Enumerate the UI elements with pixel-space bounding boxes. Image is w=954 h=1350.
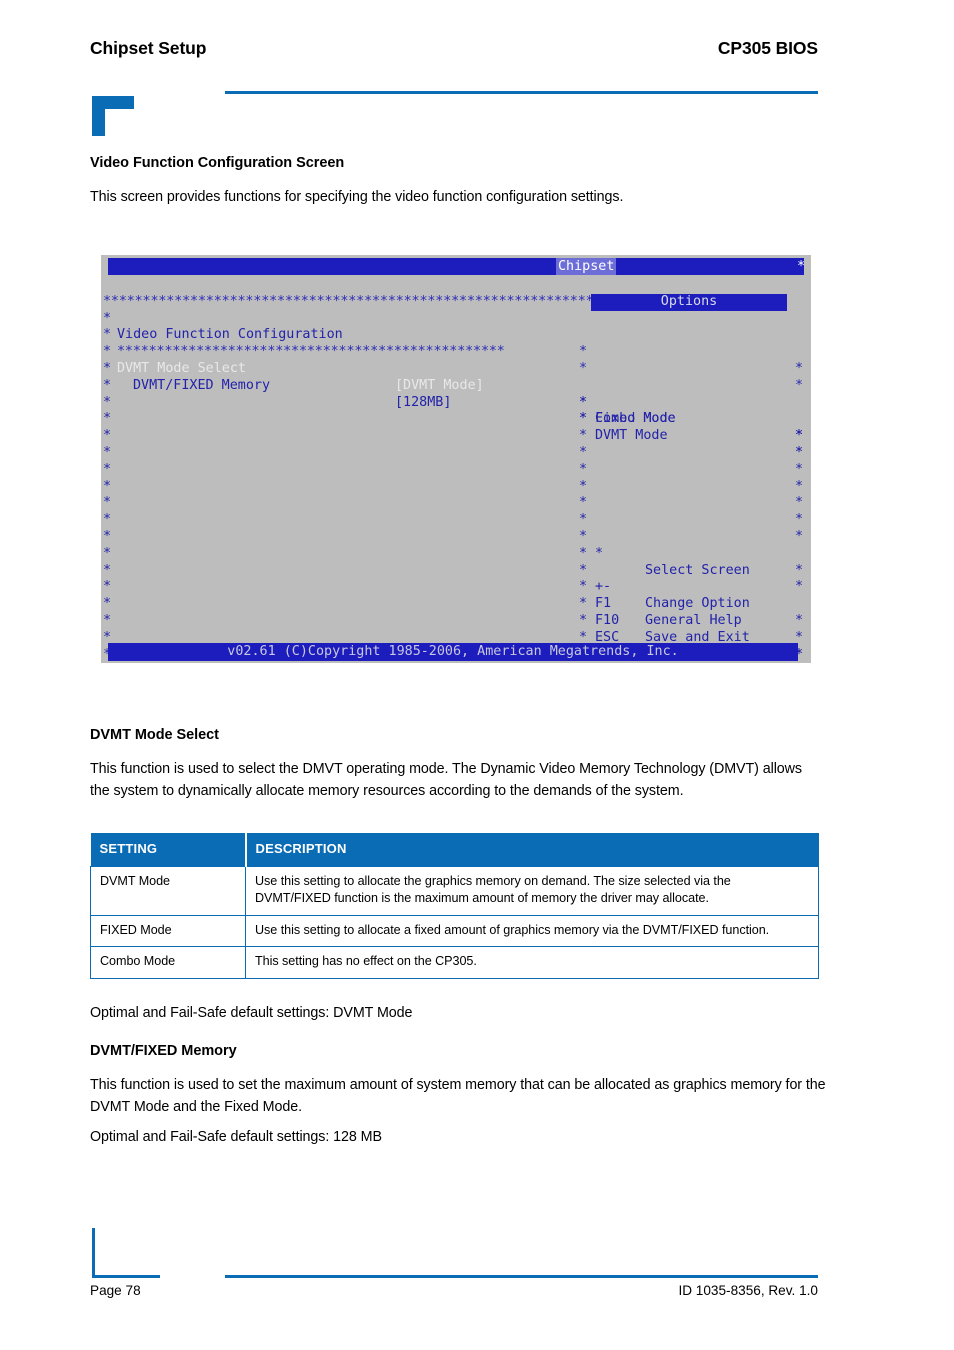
table-cell-setting-combo-mode: Combo Mode [90, 946, 246, 979]
bios-active-menu-tab[interactable]: Chipset [556, 258, 617, 275]
bios-border-top: ****************************************… [101, 277, 811, 309]
header-divider-rule [225, 91, 818, 94]
footer-corner-bracket-decoration [92, 1228, 160, 1278]
bios-row-inner-separator: * **************************************… [101, 311, 811, 392]
bios-row-dvmt-mode-select[interactable]: * DVMT Mode Select [DVMT Mode] * Fixed M… [101, 327, 811, 443]
bios-row-help-general-help: * * F1 General Help * [101, 546, 811, 645]
paragraph-dvmt-mode-default-settings: Optimal and Fail-Safe default settings: … [90, 1005, 413, 1021]
table-body: DVMT Mode Use this setting to allocate t… [90, 865, 819, 979]
table-cell-description-dvmt-mode: Use this setting to allocate the graphic… [245, 865, 819, 916]
heading-dvmt-mode-select: DVMT Mode Select [90, 727, 219, 743]
bios-row-blank-2: * * * [101, 378, 811, 444]
table-cell-description-fixed-mode: Use this setting to allocate a fixed amo… [245, 914, 819, 947]
bios-screen-inner: Chipset * ******************************… [101, 255, 811, 663]
table-head: SETTING DESCRIPTION [90, 833, 819, 866]
page-header: Chipset Setup CP305 BIOS [90, 38, 818, 68]
table-row: Combo Mode This setting has no effect on… [90, 946, 819, 979]
bios-row-blank-1: * * Combo Mode * [101, 361, 811, 443]
bracket-vertical-arm [92, 1228, 95, 1278]
table-cell-setting-fixed-mode: FIXED Mode [90, 914, 246, 947]
bios-setup-screenshot: Chipset * ******************************… [101, 255, 811, 663]
bios-row-help-change-option: * * +- Change Option * [101, 529, 811, 628]
paragraph-dvmt-fixed-memory-default-settings: Optimal and Fail-Safe default settings: … [90, 1129, 382, 1145]
bios-row-blank-6: * * * [101, 445, 811, 511]
bios-copyright-bar: v02.61 (C)Copyright 1985-2006, American … [108, 643, 798, 661]
table-cell-setting-dvmt-mode: DVMT Mode [90, 865, 246, 916]
bios-row-help-save-and-exit: * * F10 Save and Exit * [101, 563, 811, 661]
bios-row-help-exit: * * ESC Exit * [101, 579, 811, 661]
paragraph-dvmt-mode-select-description: This function is used to select the DMVT… [90, 761, 802, 799]
footer-page-number: Page 78 [90, 1283, 141, 1298]
page-footer: Page 78 ID 1035-8356, Rev. 1.0 [90, 1283, 818, 1298]
bracket-vertical-arm [92, 96, 105, 136]
header-product-title: CP305 BIOS [717, 38, 818, 58]
bios-row-blank-10: * * * [101, 596, 811, 662]
footer-divider-rule [225, 1275, 818, 1278]
bracket-horizontal-arm [92, 1275, 160, 1278]
header-corner-bracket-decoration [92, 96, 134, 136]
paragraph-dvmt-fixed-memory-description: This function is used to set the maximum… [90, 1077, 826, 1115]
footer-document-id: ID 1035-8356, Rev. 1.0 [678, 1283, 818, 1298]
document-page: Chipset Setup CP305 BIOS Video Function … [0, 0, 954, 1350]
bios-row-blank-7: * * * [101, 462, 811, 528]
bios-row-blank-9: * * * [101, 512, 811, 578]
bios-row-blank-3: * * * [101, 395, 811, 460]
table-header-setting: SETTING [90, 833, 247, 866]
bios-title-bar [108, 258, 804, 275]
heading-video-function-configuration-screen: Video Function Configuration Screen [90, 155, 345, 171]
bios-row-blank-11: * * * [101, 613, 811, 662]
heading-dvmt-fixed-memory: DVMT/FIXED Memory [90, 1043, 237, 1059]
bios-titlebar-star: * [796, 259, 805, 274]
table-row: FIXED Mode Use this setting to allocate … [90, 914, 819, 947]
table-header-description: DESCRIPTION [245, 833, 819, 866]
bios-row-blank-8: * * * [101, 479, 811, 544]
dvmt-mode-settings-table: SETTING DESCRIPTION DVMT Mode Use this s… [90, 833, 819, 979]
header-chapter-title: Chipset Setup [90, 38, 207, 58]
table-header-row: SETTING DESCRIPTION [90, 833, 819, 866]
table-cell-description-combo-mode: This setting has no effect on the CP305. [245, 946, 819, 979]
bios-row-blank-4: * * * [101, 411, 811, 477]
paragraph-video-function-intro: This screen provides functions for speci… [90, 189, 624, 205]
bios-row-help-select-screen: * * * Select Screen * [101, 495, 811, 594]
bios-row-dvmt-fixed-memory[interactable]: * DVMT/FIXED Memory [128MB] * DVMT Mode … [101, 344, 811, 460]
bios-row-blank-5: * * * [101, 428, 811, 494]
bios-options-panel-header: Options [591, 293, 787, 311]
table-row: DVMT Mode Use this setting to allocate t… [90, 865, 819, 916]
